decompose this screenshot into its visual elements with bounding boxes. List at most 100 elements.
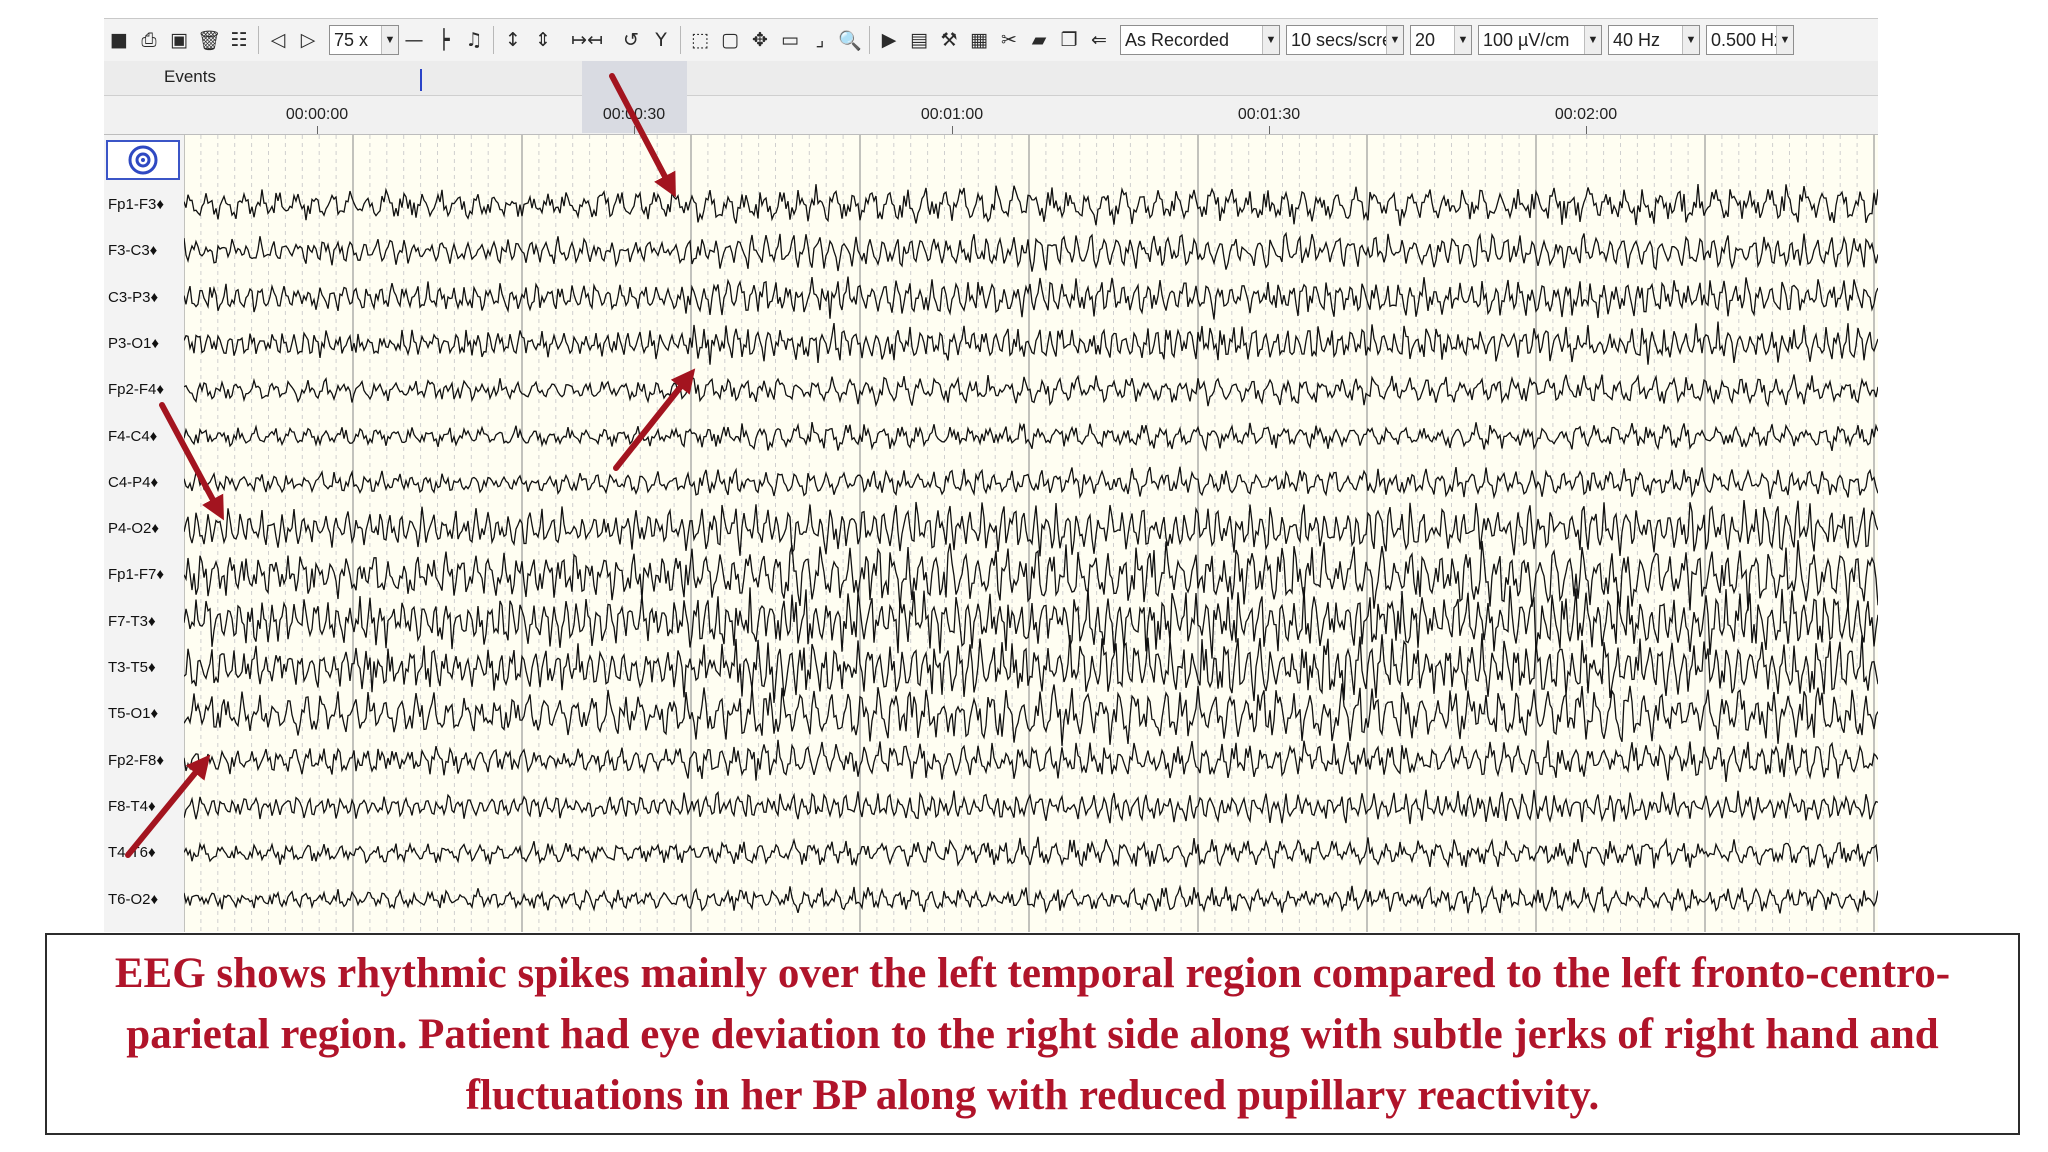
ruler-tick [634,126,635,134]
horizontal-measure-icon[interactable]: ↦↤ [559,25,615,55]
high-filter-select[interactable]: 40 Hz ▼ [1608,25,1700,55]
time-label: 00:01:30 [1237,106,1301,123]
cut-icon[interactable]: ✂ [995,25,1023,55]
eeg-trace [184,633,1878,704]
sensitivity-select[interactable]: 100 µV/cm ▼ [1478,25,1602,55]
channel-label[interactable]: T6-O2♦ [108,891,158,908]
select-icon[interactable]: ⬚ [686,25,714,55]
eeg-trace [184,540,1878,611]
channel-label[interactable]: F4-C4♦ [108,428,157,445]
channel-label[interactable]: Fp2-F8♦ [108,752,164,769]
channel-label[interactable]: F7-T3♦ [108,613,156,630]
channel-label[interactable]: Fp2-F4♦ [108,381,164,398]
timebase-select[interactable]: 10 secs/scree ▼ [1286,25,1404,55]
eeg-trace [184,321,1878,365]
tools-icon[interactable]: ⚒ [935,25,963,55]
time-label: 00:02:00 [1554,106,1618,123]
chevron-down-icon: ▼ [1584,26,1601,54]
low-filter-value: 0.500 Hz [1711,29,1776,50]
high-filter-value: 40 Hz [1613,29,1661,50]
time-label: 00:00:00 [285,106,349,123]
undo-icon[interactable]: ↺ [617,25,645,55]
vertical-cursor-icon[interactable]: ┝ [430,25,458,55]
channel-label[interactable]: P4-O2♦ [108,520,159,537]
camera-icon[interactable]: ▰ [1025,25,1053,55]
chevron-down-icon: ▼ [1386,26,1403,54]
trash-icon[interactable]: 🗑 [195,25,223,55]
eeg-trace [184,231,1878,272]
zoom-select[interactable]: 75 x ▼ [329,25,399,55]
chevron-down-icon: ▼ [1776,26,1793,54]
channels-select[interactable]: 20 ▼ [1410,25,1472,55]
eeg-trace [184,739,1878,782]
music-icon[interactable]: ♫ [460,25,488,55]
print-icon[interactable]: ⎙ [135,25,163,55]
montage-button[interactable] [106,140,180,180]
video-icon[interactable]: ▶ [875,25,903,55]
channel-label[interactable]: T5-O1♦ [108,705,158,722]
caption-text: EEG shows rhythmic spikes mainly over th… [114,949,1951,1119]
events-row: Events [104,61,1878,96]
channel-label[interactable]: F3-C3♦ [108,242,157,259]
channel-label[interactable]: T4-T6♦ [108,844,156,861]
time-ruler[interactable]: 00:00:00 00:00:30 00:01:00 00:01:30 00:0… [104,61,1878,135]
events-label: Events [164,67,216,86]
channel-label[interactable]: C4-P4♦ [108,474,158,491]
next-page-icon[interactable]: ▷ [294,25,322,55]
eeg-trace [184,884,1878,915]
vertical-expand-icon[interactable]: ↕ [499,25,527,55]
toolbar-separator [493,26,494,54]
ruler-tick [952,126,953,134]
sensitivity-value: 100 µV/cm [1483,29,1570,50]
back-arrow-icon[interactable]: ⇐ [1085,25,1113,55]
toolbar: ■ ⎙ ▣ 🗑 ☷ ◁ ▷ 75 x ▼ — ┝ ♫ ↕ ⇕ ↦↤ ↺ Y ⬚ … [104,18,1878,62]
eeg-trace [184,276,1878,320]
channel-label[interactable]: P3-O1♦ [108,335,159,352]
vertical-compress-icon[interactable]: ⇕ [529,25,557,55]
calculator-icon[interactable]: ▦ [965,25,993,55]
notes-icon[interactable]: ☷ [225,25,253,55]
channel-label[interactable]: Fp1-F7♦ [108,566,164,583]
channel-label[interactable]: F8-T4♦ [108,798,156,815]
toolbar-separator [680,26,681,54]
box-icon[interactable]: ▭ [776,25,804,55]
channel-label[interactable]: T3-T5♦ [108,659,156,676]
prev-page-icon[interactable]: ◁ [264,25,292,55]
eeg-trace [184,836,1878,869]
target-icon[interactable]: ✥ [746,25,774,55]
eeg-trace [184,683,1878,746]
montage-select[interactable]: As Recorded ▼ [1120,25,1280,55]
toolbar-separator [869,26,870,54]
time-label: 00:00:30 [602,106,666,123]
montage-value: As Recorded [1125,29,1230,50]
zoom-value: 75 x [334,29,369,50]
timebase-value: 10 secs/scree [1291,29,1386,50]
record-icon[interactable]: ▣ [165,25,193,55]
eeg-trace [184,500,1878,557]
region-icon[interactable]: ▢ [716,25,744,55]
ruler-tick [1586,126,1587,134]
chevron-down-icon: ▼ [1262,26,1279,54]
event-marker[interactable] [420,69,422,91]
zoom-icon[interactable]: 🔍 [836,25,864,55]
channels-value: 20 [1415,29,1436,50]
corner-icon[interactable]: ⌟ [806,25,834,55]
horizontal-cursor-icon[interactable]: — [400,25,428,55]
eeg-trace [184,789,1878,825]
eeg-trace [184,466,1878,500]
chevron-down-icon: ▼ [1682,26,1699,54]
filter-icon[interactable]: Y [647,25,675,55]
time-label: 00:01:00 [920,106,984,123]
low-filter-select[interactable]: 0.500 Hz ▼ [1706,25,1794,55]
eeg-trace [184,373,1878,408]
target-icon [128,145,158,175]
chevron-down-icon: ▼ [381,26,398,54]
channel-label[interactable]: C3-P3♦ [108,289,158,306]
montage-icon[interactable]: ▤ [905,25,933,55]
eeg-trace-area[interactable] [184,135,1878,932]
window-icon[interactable]: ❐ [1055,25,1083,55]
channel-label[interactable]: Fp1-F3♦ [108,196,164,213]
ruler-tick [317,126,318,134]
stop-icon[interactable]: ■ [105,25,133,55]
caption-box: EEG shows rhythmic spikes mainly over th… [45,933,2020,1135]
